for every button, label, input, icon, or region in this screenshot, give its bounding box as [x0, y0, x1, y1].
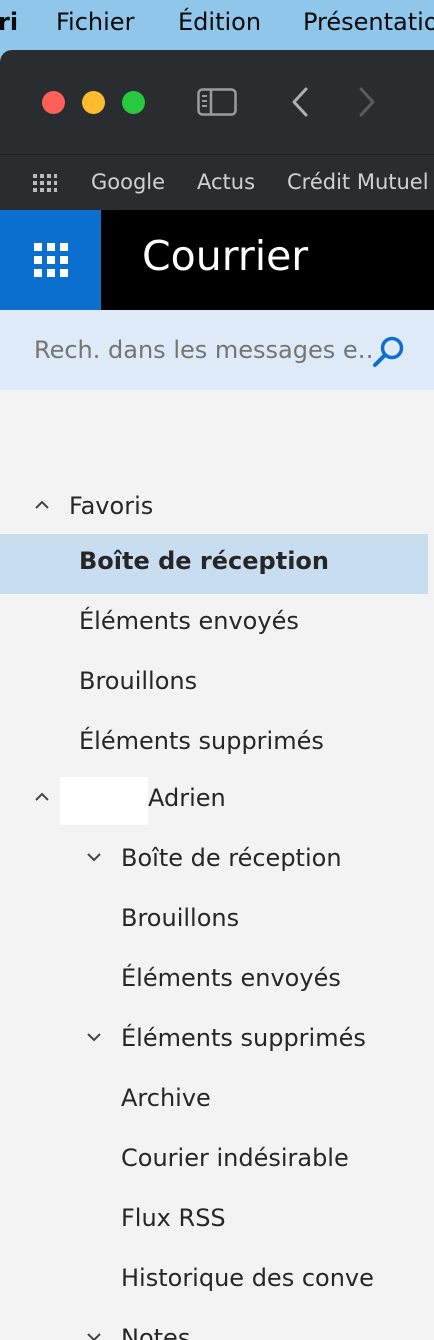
menu-fichier[interactable]: Fichier [56, 8, 134, 36]
bookmark-google[interactable]: Google [91, 170, 165, 194]
folder-label: Brouillons [121, 904, 240, 932]
chevron-up-icon[interactable] [34, 499, 50, 511]
favorite-item-sent[interactable]: Éléments envoyés [0, 594, 428, 654]
folder-item-rss[interactable]: Flux RSS [0, 1191, 428, 1251]
chevron-down-icon[interactable] [86, 1331, 102, 1340]
chevron-down-icon[interactable] [86, 851, 102, 863]
folder-item-deleted[interactable]: Éléments supprimés [0, 1011, 428, 1071]
menu-edition[interactable]: Édition [178, 8, 261, 36]
search-input[interactable] [34, 336, 374, 364]
folder-label: Brouillons [79, 667, 198, 695]
menu-app-name[interactable]: ri [0, 8, 18, 36]
folder-pane: Favoris Boîte de réception Éléments envo… [0, 390, 434, 1340]
sidebar-toggle-icon[interactable] [197, 88, 237, 116]
close-window-button[interactable] [42, 91, 65, 114]
app-title: Courrier [142, 232, 309, 280]
chevron-up-icon[interactable] [34, 791, 50, 803]
folder-label: Notes [121, 1324, 191, 1340]
menu-bar: ri Fichier Édition Présentation [0, 0, 434, 46]
folder-item-notes[interactable]: Notes [0, 1311, 428, 1340]
folder-label: Flux RSS [121, 1204, 226, 1232]
bookmark-actus[interactable]: Actus [197, 170, 255, 194]
favorite-item-drafts[interactable]: Brouillons [0, 654, 428, 714]
folder-label: Historique des conve [121, 1264, 374, 1292]
favorites-section-header[interactable]: Favoris [0, 479, 428, 539]
folder-label: Éléments supprimés [121, 1024, 366, 1052]
folder-label: Boîte de réception [121, 844, 342, 872]
folder-item-inbox[interactable]: Boîte de réception [0, 831, 428, 891]
zoom-window-button[interactable] [122, 91, 145, 114]
folder-label: Éléments supprimés [79, 727, 324, 755]
search-icon[interactable] [372, 334, 406, 368]
favorite-item-deleted[interactable]: Éléments supprimés [0, 714, 428, 774]
account-label: Adrien [148, 784, 226, 812]
menu-presentation[interactable]: Présentation [303, 8, 434, 36]
folder-label: Archive [121, 1084, 211, 1112]
browser-toolbar [0, 50, 434, 154]
browser-window: Google Actus Crédit Mutuel Courrier Rech… [0, 50, 434, 1340]
search-bar [0, 310, 434, 390]
folder-label: Courier indésirable [121, 1144, 349, 1172]
bookmark-credit-mutuel[interactable]: Crédit Mutuel [287, 170, 429, 194]
folder-label: Éléments envoyés [121, 964, 341, 992]
folder-label: Éléments envoyés [79, 607, 299, 635]
forward-arrow-icon[interactable] [355, 86, 379, 118]
folder-item-conversation-history[interactable]: Historique des conve [0, 1251, 428, 1311]
favorite-item-inbox[interactable]: Boîte de réception [0, 534, 428, 594]
app-header: Courrier [0, 210, 434, 310]
minimize-window-button[interactable] [82, 91, 105, 114]
redacted-account-name [60, 777, 148, 825]
bookmarks-bar: Google Actus Crédit Mutuel [0, 154, 434, 210]
folder-item-archive[interactable]: Archive [0, 1071, 428, 1131]
folder-item-junk[interactable]: Courier indésirable [0, 1131, 428, 1191]
folder-item-drafts[interactable]: Brouillons [0, 891, 428, 951]
app-launcher-button[interactable] [0, 210, 101, 310]
folder-item-sent[interactable]: Éléments envoyés [0, 951, 428, 1011]
folder-label: Boîte de réception [79, 547, 329, 575]
chevron-down-icon[interactable] [86, 1031, 102, 1043]
waffle-icon [33, 243, 68, 277]
apps-grid-icon[interactable] [33, 174, 57, 192]
back-arrow-icon[interactable] [288, 86, 312, 118]
account-section-header[interactable]: Adrien [0, 771, 428, 831]
favorites-label: Favoris [69, 492, 154, 520]
